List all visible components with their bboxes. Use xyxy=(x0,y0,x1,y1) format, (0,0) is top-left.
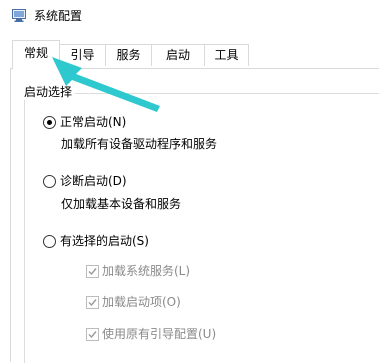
tab-startup[interactable]: 启动 xyxy=(151,44,205,66)
checkmark-icon xyxy=(88,268,97,276)
normal-startup-description: 加载所有设备驱动程序和服务 xyxy=(61,137,218,151)
radio-button[interactable] xyxy=(43,235,56,248)
tab-general[interactable]: 常规 xyxy=(12,40,60,69)
startup-selection-label: 启动选择 xyxy=(22,84,76,100)
checkbox[interactable] xyxy=(86,296,99,309)
startup-selection-group xyxy=(24,93,379,363)
radio-label: 有选择的启动(S) xyxy=(60,234,149,248)
tab-services[interactable]: 服务 xyxy=(105,44,152,66)
radio-selected-dot xyxy=(47,120,52,125)
tab-boot[interactable]: 引导 xyxy=(59,44,106,66)
diagnostic-startup-description: 仅加载基本设备和服务 xyxy=(61,197,182,211)
radio-button[interactable] xyxy=(43,175,56,188)
radio-button[interactable] xyxy=(43,116,56,129)
tab-content-general: 启动选择 正常启动(N) 加载所有设备驱动程序和服务 诊断启动(D) 仅加载基本… xyxy=(10,68,379,363)
system-config-icon xyxy=(12,9,26,22)
title-bar: 系统配置 xyxy=(0,0,379,34)
radio-label: 诊断启动(D) xyxy=(60,174,127,188)
checkbox[interactable] xyxy=(86,265,99,278)
system-config-window: 系统配置 常规 引导 服务 启动 工具 启动选择 正常启动(N) 加载所有设备驱… xyxy=(0,0,379,363)
tab-tools[interactable]: 工具 xyxy=(204,44,249,66)
checkmark-icon xyxy=(88,331,97,339)
checkbox-label: 加载启动项(O) xyxy=(102,295,181,309)
radio-label: 正常启动(N) xyxy=(60,115,127,129)
checkmark-icon xyxy=(88,299,97,307)
checkbox-label: 加载系统服务(L) xyxy=(102,264,191,278)
tab-strip: 常规 引导 服务 启动 工具 xyxy=(0,34,379,69)
checkbox-label: 使用原有引导配置(U) xyxy=(102,327,217,341)
window-title: 系统配置 xyxy=(34,9,83,23)
checkbox[interactable] xyxy=(86,328,99,341)
